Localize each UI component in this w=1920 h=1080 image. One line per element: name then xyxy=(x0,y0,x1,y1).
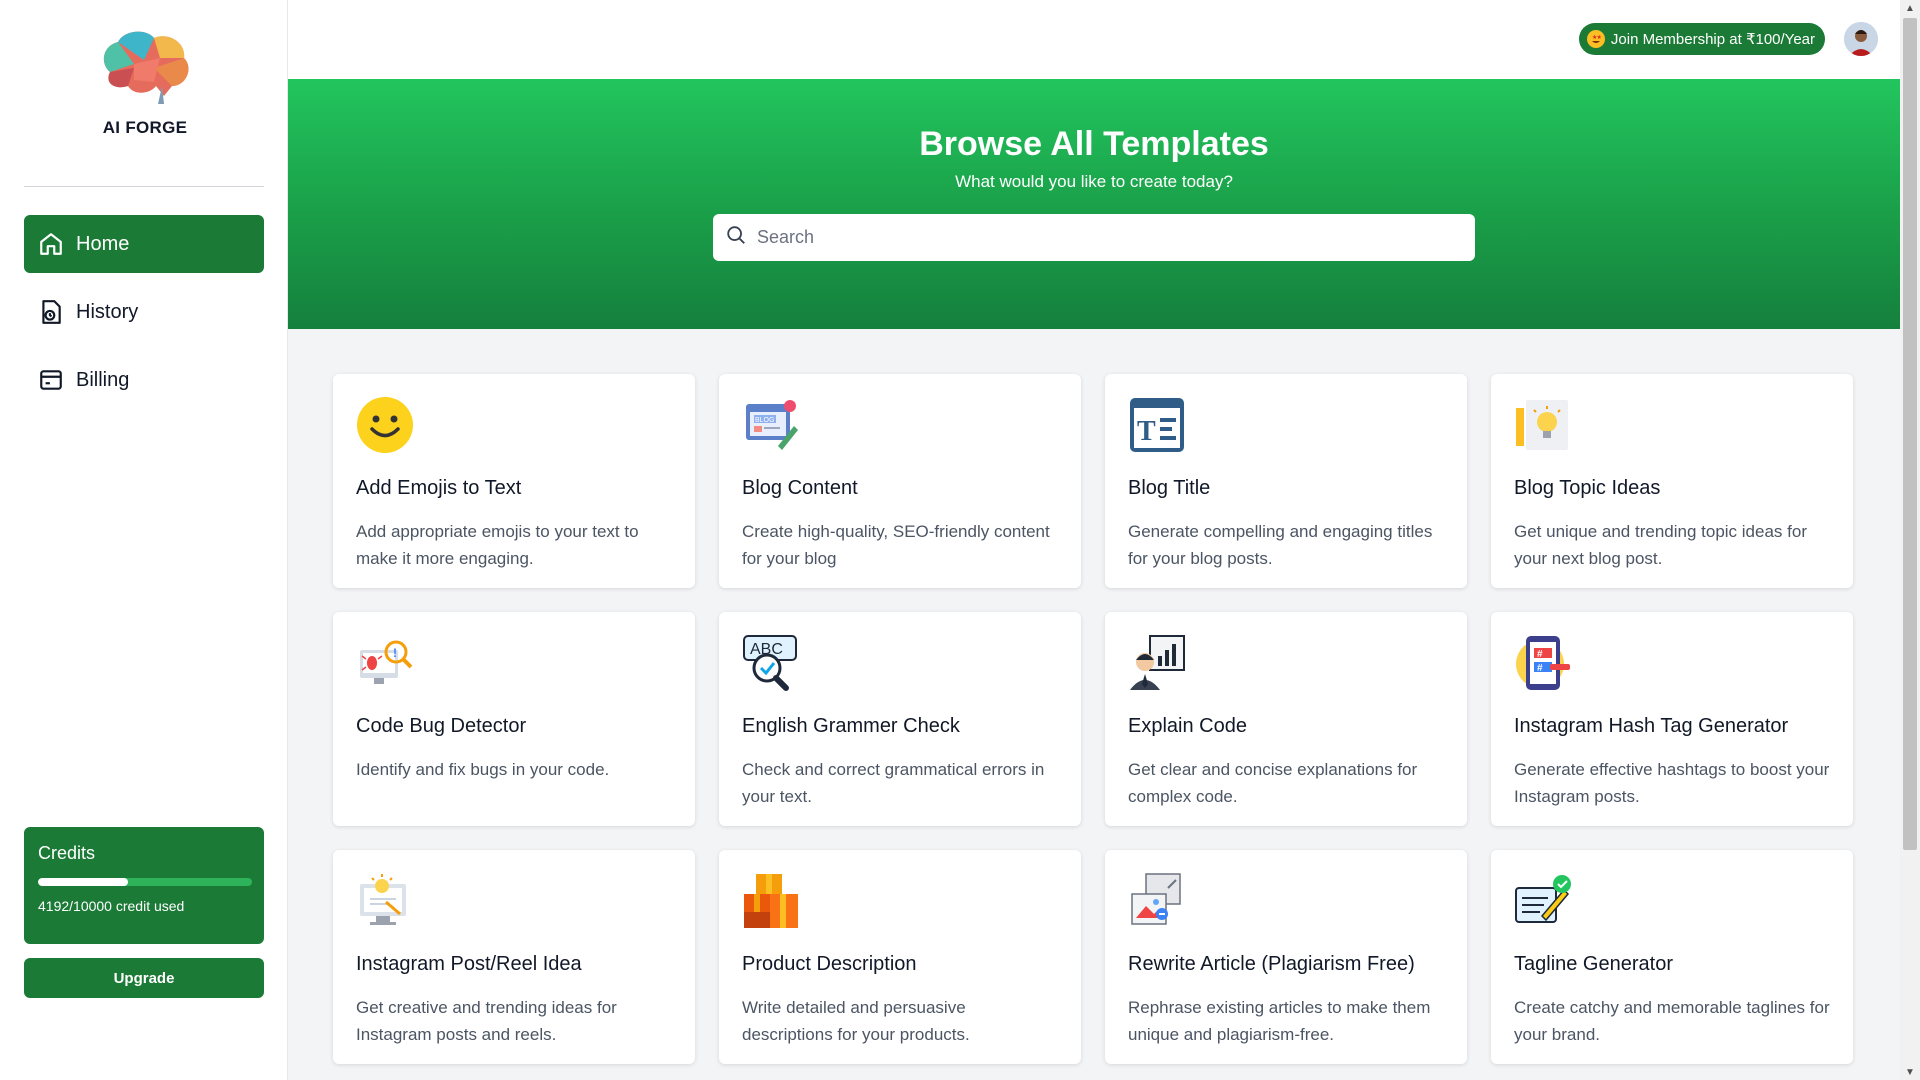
hero-banner: Browse All Templates What would you like… xyxy=(288,79,1900,329)
brain-logo-icon xyxy=(103,31,189,104)
images-icon xyxy=(1131,873,1181,925)
template-title: Blog Title xyxy=(1128,477,1211,499)
svg-text:BLOG: BLOG xyxy=(755,417,774,424)
template-title: Code Bug Detector xyxy=(356,715,527,737)
presenter-icon xyxy=(1130,635,1185,690)
history-icon xyxy=(38,299,64,325)
sidebar: AI FORGE Home History Billing Credits 41… xyxy=(0,0,288,1080)
page-title: Browse All Templates xyxy=(919,125,1269,163)
template-grid: Add Emojis to Text Add appropriate emoji… xyxy=(333,374,1855,1064)
template-card[interactable]: BLOG Blog Content Create high-quality, S… xyxy=(719,374,1081,588)
sidebar-divider xyxy=(24,186,264,187)
hashtag-icon: ## xyxy=(1516,636,1570,690)
template-description: Write detailed and persuasive descriptio… xyxy=(742,998,970,1044)
abc-magnifier-icon: ABC xyxy=(743,635,797,691)
template-title: Product Description xyxy=(742,953,917,975)
sidebar-item-billing[interactable]: Billing xyxy=(24,351,264,409)
search-input[interactable] xyxy=(757,227,1457,248)
template-description: Check and correct grammatical errors in … xyxy=(742,760,1045,806)
blog-icon: BLOG xyxy=(746,400,798,450)
page-subtitle: What would you like to create today? xyxy=(955,172,1233,191)
template-card[interactable]: Instagram Post/Reel Idea Get creative an… xyxy=(333,850,695,1064)
template-card[interactable]: T Blog Title Generate compelling and eng… xyxy=(1105,374,1467,588)
template-title: Blog Topic Ideas xyxy=(1514,477,1661,499)
sidebar-item-label: History xyxy=(76,300,139,323)
sidebar-item-history[interactable]: History xyxy=(24,283,264,341)
membership-label: Join Membership at ₹100/Year xyxy=(1610,31,1815,48)
star-eyes-emoji-icon: ★ ★ xyxy=(1586,30,1605,48)
scroll-up-arrow-icon[interactable]: ▲ xyxy=(1900,0,1920,16)
home-icon xyxy=(38,231,64,257)
credits-card: Credits 4192/10000 credit used xyxy=(24,827,264,944)
template-card[interactable]: Blog Topic Ideas Get unique and trending… xyxy=(1491,374,1853,588)
template-card[interactable]: ABC English Grammer Check Check and corr… xyxy=(719,612,1081,826)
template-description: Get creative and trending ideas for Inst… xyxy=(356,998,617,1044)
vertical-scrollbar[interactable]: ▲ ▼ xyxy=(1900,0,1920,1080)
user-avatar[interactable] xyxy=(1844,22,1878,56)
template-description: Generate compelling and engaging titles … xyxy=(1128,522,1433,568)
template-description: Get unique and trending topic ideas for … xyxy=(1514,522,1807,568)
svg-text:#: # xyxy=(1537,663,1543,674)
smiley-icon xyxy=(357,397,413,453)
sidebar-item-label: Home xyxy=(76,232,130,255)
template-description: Get clear and concise explanations for c… xyxy=(1128,760,1418,806)
template-title: Tagline Generator xyxy=(1514,953,1673,975)
membership-button[interactable]: ★ ★ Join Membership at ₹100/Year xyxy=(1578,23,1825,55)
template-card[interactable]: Tagline Generator Create catchy and memo… xyxy=(1491,850,1853,1064)
template-title: English Grammer Check xyxy=(742,715,960,737)
svg-text:!: ! xyxy=(393,646,397,660)
credits-progress-fill xyxy=(38,878,128,886)
boxes-icon xyxy=(744,874,798,928)
template-description: Rephrase existing articles to make them … xyxy=(1128,998,1431,1044)
idea-monitor-icon xyxy=(360,874,406,925)
template-description: Create high-quality, SEO-friendly conten… xyxy=(742,522,1050,568)
template-card[interactable]: ! Code Bug Detector Identify and fix bug… xyxy=(333,612,695,826)
credits-used-text: 4192/10000 credit used xyxy=(38,898,185,914)
template-description: Generate effective hashtags to boost you… xyxy=(1514,760,1830,806)
template-card[interactable]: Rewrite Article (Plagiarism Free) Rephra… xyxy=(1105,850,1467,1064)
template-card[interactable]: Add Emojis to Text Add appropriate emoji… xyxy=(333,374,695,588)
app-name: AI FORGE xyxy=(102,118,188,137)
app-logo[interactable]: AI FORGE xyxy=(85,24,205,138)
credits-title: Credits xyxy=(38,843,96,863)
sidebar-item-home[interactable]: Home xyxy=(24,215,264,273)
template-title: Blog Content xyxy=(742,477,858,499)
template-card[interactable]: Product Description Write detailed and p… xyxy=(719,850,1081,1064)
template-description: Create catchy and memorable taglines for… xyxy=(1514,998,1830,1044)
template-card[interactable]: Explain Code Get clear and concise expla… xyxy=(1105,612,1467,826)
svg-text:★: ★ xyxy=(1596,34,1601,41)
svg-text:T: T xyxy=(1137,416,1156,447)
svg-text:#: # xyxy=(1537,649,1543,660)
lightbulb-icon xyxy=(1516,400,1568,450)
template-description: Identify and fix bugs in your code. xyxy=(356,760,610,779)
sidebar-item-label: Billing xyxy=(76,368,130,391)
scroll-down-arrow-icon[interactable]: ▼ xyxy=(1900,1064,1920,1080)
template-title: Explain Code xyxy=(1128,715,1247,737)
sidebar-nav: Home History Billing xyxy=(24,215,264,419)
search-icon xyxy=(725,224,747,251)
tagline-icon xyxy=(1515,875,1571,923)
topbar: ★ ★ Join Membership at ₹100/Year xyxy=(288,0,1900,79)
search-box[interactable] xyxy=(713,214,1475,261)
template-title: Add Emojis to Text xyxy=(356,477,522,499)
template-description: Add appropriate emojis to your text to m… xyxy=(356,522,639,568)
template-card[interactable]: # # Instagram Hash Tag Generator Generate… xyxy=(1491,612,1853,826)
billing-icon xyxy=(38,367,64,393)
upgrade-button[interactable]: Upgrade xyxy=(24,958,264,998)
template-title: Instagram Post/Reel Idea xyxy=(356,953,582,975)
bug-icon: ! xyxy=(360,640,413,684)
credits-progress-bar xyxy=(38,878,252,886)
template-title: Rewrite Article (Plagiarism Free) xyxy=(1128,953,1415,975)
template-title: Instagram Hash Tag Generator xyxy=(1514,715,1789,737)
scrollbar-thumb[interactable] xyxy=(1903,18,1917,850)
title-icon: T xyxy=(1130,398,1184,452)
